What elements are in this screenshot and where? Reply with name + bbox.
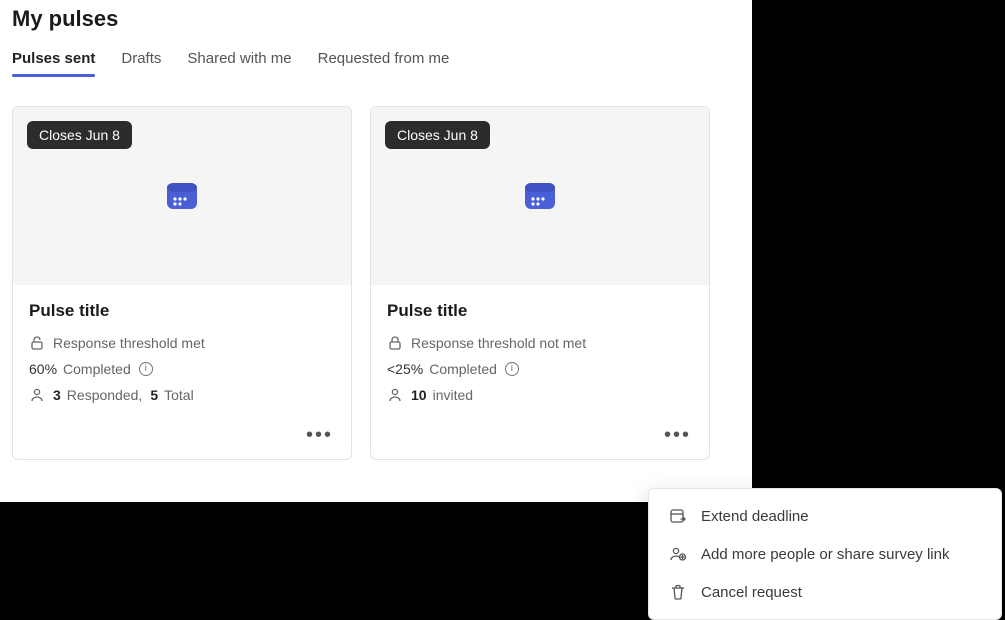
calendar-arrow-icon xyxy=(669,507,687,525)
person-icon xyxy=(387,387,403,403)
menu-add-people[interactable]: Add more people or share survey link xyxy=(649,535,1001,573)
pulse-card[interactable]: Closes Jun 8 Pulse title xyxy=(12,106,352,460)
tabs: Pulses sent Drafts Shared with me Reques… xyxy=(12,50,740,78)
more-button[interactable]: ••• xyxy=(302,423,337,447)
people-row: 10 invited xyxy=(387,387,693,403)
tab-shared-with-me[interactable]: Shared with me xyxy=(187,50,291,77)
responded-label: Responded, xyxy=(67,387,143,403)
card-list: Closes Jun 8 Pulse title xyxy=(12,106,740,460)
total-count: 5 xyxy=(150,387,158,403)
people-row: 3 Responded, 5 Total xyxy=(29,387,335,403)
card-body: Pulse title Response threshold not met <… xyxy=(371,285,709,423)
trash-icon xyxy=(669,583,687,601)
tab-pulses-sent[interactable]: Pulses sent xyxy=(12,50,95,77)
threshold-text: Response threshold met xyxy=(53,335,205,351)
total-label: Total xyxy=(164,387,194,403)
percent-label: Completed xyxy=(63,361,131,377)
completion-row: <25% Completed i xyxy=(387,361,693,377)
more-button[interactable]: ••• xyxy=(660,423,695,447)
page-title: My pulses xyxy=(12,6,740,32)
calendar-icon xyxy=(165,179,199,213)
pulse-title: Pulse title xyxy=(387,301,693,321)
menu-extend-deadline[interactable]: Extend deadline xyxy=(649,497,1001,535)
card-footer: ••• xyxy=(371,423,709,459)
lock-icon xyxy=(387,335,403,351)
card-preview: Closes Jun 8 xyxy=(13,107,351,285)
status-badge: Closes Jun 8 xyxy=(385,121,490,149)
invited-count: 10 xyxy=(411,387,427,403)
person-plus-icon xyxy=(669,545,687,563)
status-badge: Closes Jun 8 xyxy=(27,121,132,149)
info-icon[interactable]: i xyxy=(505,362,519,376)
card-preview: Closes Jun 8 xyxy=(371,107,709,285)
invited-label: invited xyxy=(433,387,473,403)
percent-value: <25% xyxy=(387,361,423,377)
pulse-title: Pulse title xyxy=(29,301,335,321)
menu-item-label: Extend deadline xyxy=(701,508,809,525)
menu-cancel-request[interactable]: Cancel request xyxy=(649,573,1001,611)
unlock-icon xyxy=(29,335,45,351)
tab-requested-from-me[interactable]: Requested from me xyxy=(318,50,450,77)
threshold-row: Response threshold met xyxy=(29,335,335,351)
calendar-icon xyxy=(523,179,557,213)
card-context-menu: Extend deadline Add more people or share… xyxy=(648,488,1002,620)
app-surface: My pulses Pulses sent Drafts Shared with… xyxy=(0,0,752,502)
responded-count: 3 xyxy=(53,387,61,403)
card-body: Pulse title Response threshold met 60% C… xyxy=(13,285,351,423)
person-icon xyxy=(29,387,45,403)
pulse-card[interactable]: Closes Jun 8 Pulse title xyxy=(370,106,710,460)
menu-item-label: Cancel request xyxy=(701,584,802,601)
tab-drafts[interactable]: Drafts xyxy=(121,50,161,77)
threshold-text: Response threshold not met xyxy=(411,335,586,351)
threshold-row: Response threshold not met xyxy=(387,335,693,351)
menu-item-label: Add more people or share survey link xyxy=(701,546,949,563)
card-footer: ••• xyxy=(13,423,351,459)
completion-row: 60% Completed i xyxy=(29,361,335,377)
percent-label: Completed xyxy=(429,361,497,377)
percent-value: 60% xyxy=(29,361,57,377)
info-icon[interactable]: i xyxy=(139,362,153,376)
